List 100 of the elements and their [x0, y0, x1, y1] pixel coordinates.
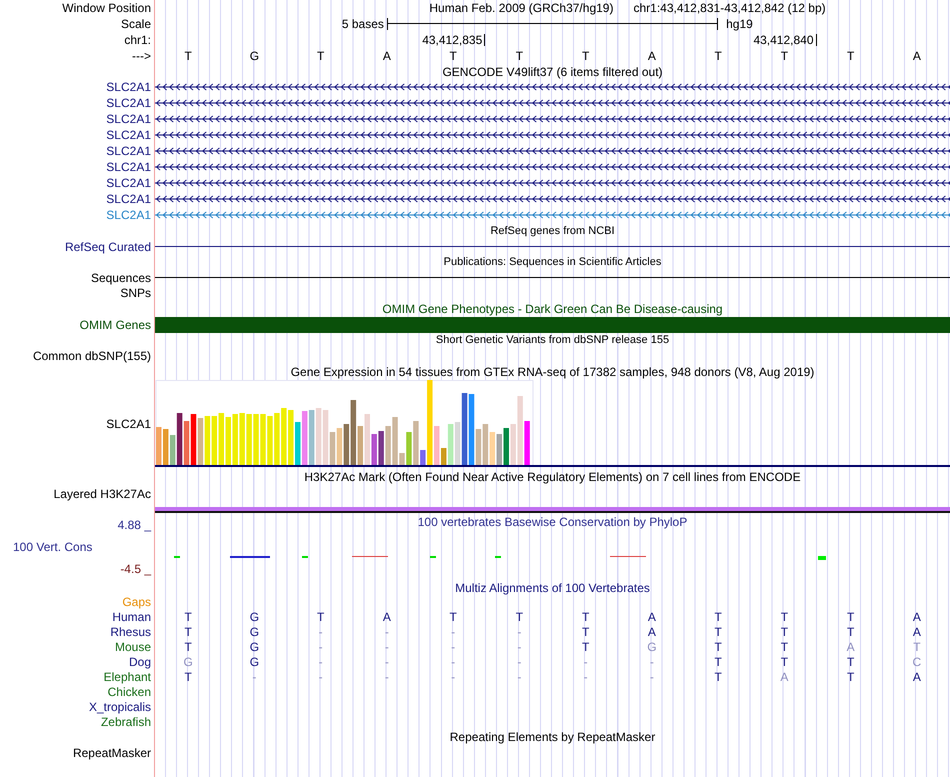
- aligned-base: T: [184, 670, 192, 682]
- base-letter: T: [516, 50, 524, 62]
- position-range-text: chr1:43,412,831-43,412,842 (12 bp): [633, 2, 826, 14]
- gene-label[interactable]: SLC2A1: [106, 81, 151, 93]
- aligned-base: -: [451, 656, 456, 668]
- aligned-base: G: [183, 656, 193, 668]
- track-label[interactable]: Sequences: [90, 272, 151, 284]
- track-label[interactable]: SLC2A1: [106, 418, 151, 430]
- track-title: Publications: Sequences in Scientific Articles: [444, 256, 662, 268]
- aligned-base: A: [382, 610, 391, 622]
- base-letter: G: [250, 50, 260, 62]
- aligned-base: T: [780, 656, 788, 668]
- gene-label[interactable]: SLC2A1: [106, 177, 151, 189]
- aligned-base: A: [912, 610, 921, 622]
- base-letter: A: [382, 50, 391, 62]
- species-label[interactable]: Chicken: [108, 686, 151, 698]
- gene-label[interactable]: SLC2A1: [106, 97, 151, 109]
- aligned-base: G: [250, 626, 260, 638]
- track-label[interactable]: Layered H3K27Ac: [54, 488, 151, 500]
- assembly-text: Human Feb. 2009 (GRCh37/hg19): [429, 2, 614, 14]
- species-label[interactable]: Rhesus: [110, 626, 151, 638]
- aligned-base: -: [584, 656, 588, 668]
- track-title: Multiz Alignments of 100 Vertebrates: [455, 582, 650, 594]
- aligned-base: T: [714, 670, 722, 682]
- aligned-base: T: [714, 610, 722, 622]
- aligned-base: -: [384, 656, 389, 668]
- gene-label[interactable]: SLC2A1: [106, 145, 151, 157]
- track-label[interactable]: Common dbSNP(155): [32, 350, 151, 362]
- gene-label[interactable]: SLC2A1: [106, 209, 151, 221]
- aligned-base: T: [714, 656, 722, 668]
- gene-label[interactable]: SLC2A1: [106, 113, 151, 125]
- base-letter: T: [846, 50, 854, 62]
- aligned-base: A: [912, 626, 921, 638]
- aligned-base: T: [714, 626, 722, 638]
- aligned-base: -: [517, 670, 522, 682]
- track-title: GENCODE V49lift37 (6 items filtered out): [442, 66, 663, 78]
- track-label[interactable]: 100 Vert. Cons: [0, 541, 92, 553]
- aligned-base: -: [318, 626, 323, 638]
- track-label[interactable]: RefSeq Curated: [64, 240, 151, 252]
- row-label: Scale: [120, 18, 151, 30]
- aligned-base: T: [846, 610, 854, 622]
- track-title: Short Genetic Variants from dbSNP release 155: [436, 335, 670, 346]
- species-label[interactable]: Mouse: [114, 640, 151, 652]
- track-label[interactable]: RepeatMasker: [72, 746, 151, 758]
- species-label[interactable]: Elephant: [104, 670, 151, 682]
- track-label[interactable]: SNPs: [120, 287, 151, 299]
- aligned-base: T: [582, 626, 590, 638]
- scale-assembly-text: hg19: [725, 18, 754, 30]
- aligned-base: T: [516, 610, 524, 622]
- aligned-base: T: [780, 640, 788, 652]
- aligned-base: C: [912, 656, 922, 668]
- aligned-base: -: [318, 656, 323, 668]
- track-title: OMIM Gene Phenotypes - Dark Green Can Be Disease-causing: [382, 302, 723, 314]
- aligned-base: T: [582, 640, 590, 652]
- species-label[interactable]: Zebrafish: [100, 716, 151, 728]
- aligned-base: -: [318, 640, 323, 652]
- axis-max-label: 4.88 _: [118, 519, 151, 531]
- base-letter: T: [582, 50, 590, 62]
- aligned-base: -: [584, 670, 588, 682]
- base-letter: T: [449, 50, 457, 62]
- species-label[interactable]: X_tropicalis: [88, 700, 151, 712]
- aligned-base: G: [250, 610, 260, 622]
- aligned-base: G: [250, 640, 260, 652]
- track-title: RefSeq genes from NCBI: [490, 226, 615, 236]
- aligned-base: T: [184, 610, 192, 622]
- aligned-base: T: [780, 610, 788, 622]
- track-title: Repeating Elements by RepeatMasker: [450, 731, 656, 743]
- aligned-base: A: [780, 670, 788, 682]
- aligned-base: -: [384, 670, 389, 682]
- aligned-base: -: [650, 656, 654, 668]
- row-label: Window Position: [62, 2, 151, 14]
- gene-label[interactable]: SLC2A1: [106, 129, 151, 141]
- aligned-base: T: [449, 610, 457, 622]
- gene-label[interactable]: SLC2A1: [106, 161, 151, 173]
- aligned-base: T: [913, 640, 921, 652]
- aligned-base: G: [250, 656, 260, 668]
- aligned-base: G: [647, 640, 657, 652]
- aligned-base: -: [517, 626, 522, 638]
- track-label[interactable]: OMIM Genes: [80, 318, 151, 330]
- aligned-base: -: [451, 640, 456, 652]
- aligned-base: T: [184, 640, 192, 652]
- aligned-base: -: [252, 670, 256, 682]
- base-letter: A: [648, 50, 656, 62]
- aligned-base: -: [384, 626, 389, 638]
- track-title: 100 vertebrates Basewise Conservation by PhyloP: [418, 516, 688, 528]
- aligned-base: T: [714, 640, 722, 652]
- aligned-base: T: [184, 626, 192, 638]
- aligned-base: -: [517, 640, 522, 652]
- aligned-base: A: [846, 640, 855, 652]
- row-label: --->: [132, 50, 151, 62]
- gene-label[interactable]: SLC2A1: [106, 193, 151, 205]
- position-tick-label: 43,412,840: [753, 34, 816, 46]
- base-letter: A: [912, 50, 921, 62]
- aligned-base: T: [846, 656, 854, 668]
- aligned-base: A: [648, 626, 656, 638]
- species-label[interactable]: Human: [112, 610, 151, 622]
- base-letter: T: [184, 50, 192, 62]
- aligned-base: T: [846, 670, 854, 682]
- aligned-base: T: [846, 626, 854, 638]
- species-label[interactable]: Dog: [128, 656, 151, 668]
